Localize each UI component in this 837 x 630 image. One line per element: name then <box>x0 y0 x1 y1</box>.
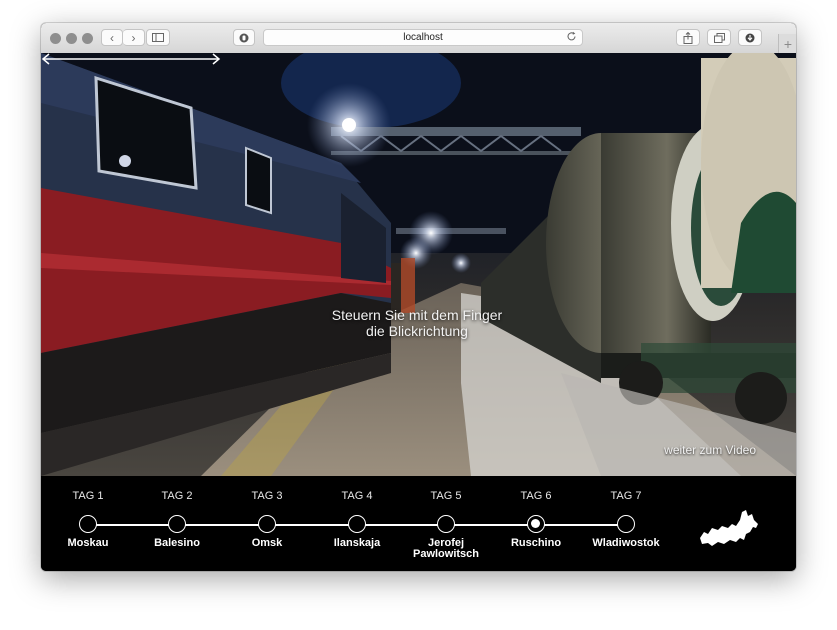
day-marker[interactable] <box>617 515 635 533</box>
day-marker[interactable] <box>79 515 97 533</box>
swipe-hint-line2: die Blickrichtung <box>366 323 468 339</box>
back-button[interactable]: ‹ <box>101 29 123 46</box>
day-city: Balesino <box>154 537 200 549</box>
day-marker[interactable] <box>437 515 455 533</box>
chevron-left-icon: ‹ <box>110 30 114 45</box>
day-label: TAG 3 <box>251 490 283 502</box>
continue-to-video-link[interactable]: weiter zum Video <box>664 443 756 457</box>
day-city: Ruschino <box>510 537 562 549</box>
close-window-button[interactable] <box>50 33 61 44</box>
panorama-image <box>41 53 796 476</box>
day-marker[interactable] <box>168 515 186 533</box>
plus-icon: + <box>783 35 793 52</box>
downloads-button[interactable] <box>738 29 762 46</box>
download-icon <box>745 33 755 42</box>
tabs-button[interactable] <box>707 29 731 46</box>
day-marker-active[interactable] <box>527 515 545 533</box>
share-icon <box>683 31 693 44</box>
day-city: Jerofej Pawlowitsch <box>412 537 480 560</box>
day-city: Moskau <box>67 537 109 549</box>
browser-toolbar: ‹ › localhost + <box>41 23 796 54</box>
swipe-hint-line1: Steuern Sie mit dem Finger <box>331 307 503 323</box>
double-arrow-icon <box>41 53 221 65</box>
day-marker[interactable] <box>348 515 366 533</box>
tabs-icon <box>713 32 725 43</box>
sidebar-icon <box>152 33 164 42</box>
day-label: TAG 6 <box>520 490 552 502</box>
shield-icon <box>239 33 249 42</box>
day-city: Ilanskaja <box>333 537 381 549</box>
panorama-view[interactable]: Steuern Sie mit dem Finger die Blickrich… <box>41 53 796 476</box>
browser-window: ‹ › localhost + Steuern Sie mit dem Fing… <box>41 23 796 571</box>
swipe-hint: Steuern Sie mit dem Finger die Blickrich… <box>287 307 547 339</box>
new-tab-button[interactable]: + <box>778 34 796 53</box>
day-label: TAG 1 <box>72 490 104 502</box>
zoom-window-button[interactable] <box>82 33 93 44</box>
forward-button[interactable]: › <box>123 29 145 46</box>
privacy-button[interactable] <box>233 29 255 46</box>
day-label: TAG 7 <box>610 490 642 502</box>
chevron-right-icon: › <box>131 30 136 45</box>
url-text: localhost <box>403 32 443 43</box>
day-timeline: TAG 1 Moskau TAG 2 Balesino TAG 3 Omsk T… <box>41 476 796 571</box>
address-bar[interactable]: localhost <box>263 29 583 46</box>
minimize-window-button[interactable] <box>66 33 77 44</box>
russia-map-icon[interactable] <box>698 508 760 550</box>
day-marker[interactable] <box>258 515 276 533</box>
day-label: TAG 4 <box>341 490 373 502</box>
day-city: Omsk <box>251 537 283 549</box>
share-button[interactable] <box>676 29 700 46</box>
day-city: Wladiwostok <box>592 537 660 549</box>
day-label: TAG 2 <box>161 490 193 502</box>
day-label: TAG 5 <box>430 490 462 502</box>
reload-icon[interactable] <box>566 31 577 42</box>
sidebar-button[interactable] <box>146 29 170 46</box>
